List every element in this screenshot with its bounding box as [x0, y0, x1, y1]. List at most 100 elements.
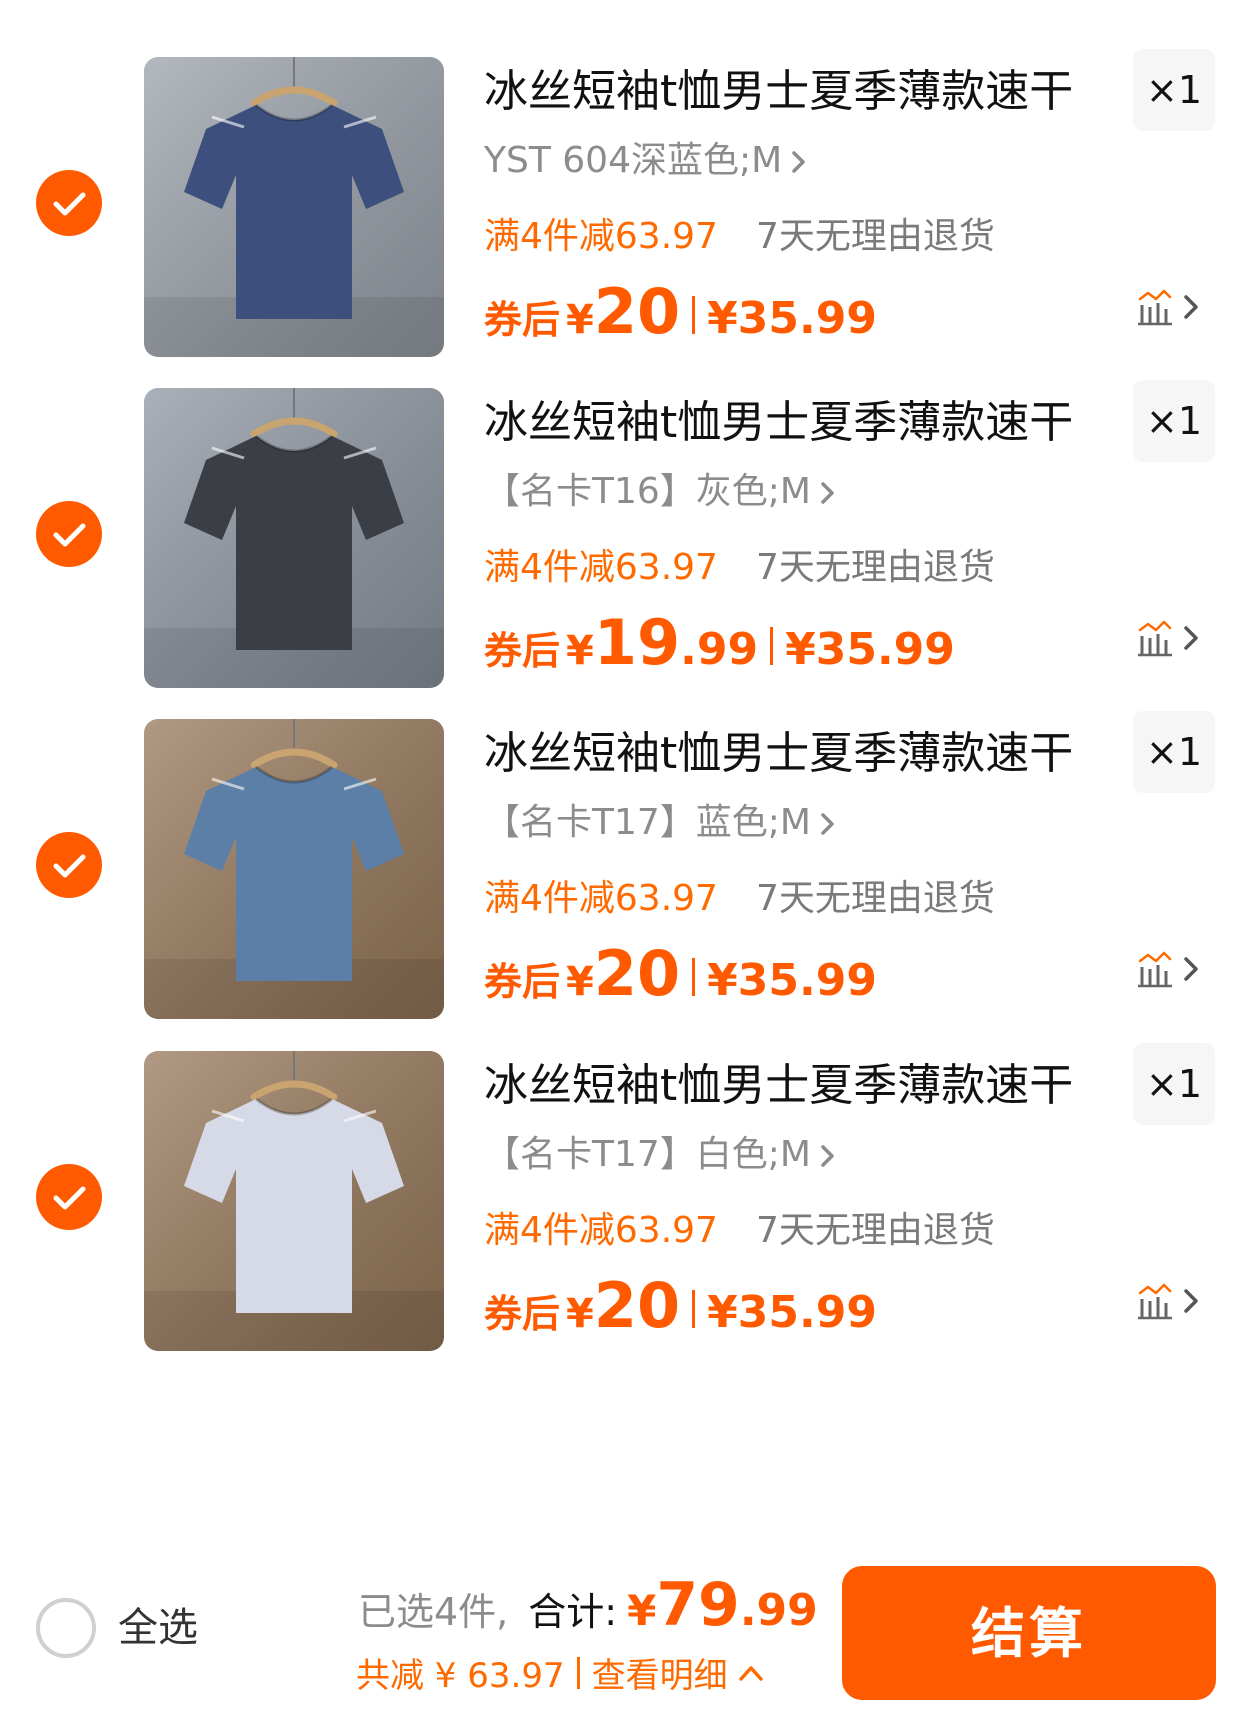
price-currency: ¥ [566, 1291, 594, 1337]
product-image-graphic [144, 388, 444, 688]
sku-text: 【名卡T17】蓝色;M [484, 802, 811, 843]
chevron-right-icon[interactable] [1184, 1289, 1198, 1313]
divider [692, 1290, 696, 1328]
total-discount: 共减 ¥ 63.97 [356, 1656, 565, 1696]
cart-item[interactable]: 冰丝短袖t恤男士夏季薄款速干 ×1 【名卡T16】灰色;M 满4件减63.97 7… [0, 380, 1254, 688]
product-title[interactable]: 冰丝短袖t恤男士夏季薄款速干 [484, 725, 1084, 783]
view-detail-link[interactable]: 查看明细 [592, 1648, 728, 1697]
promo-discount: 满4件减63.97 [484, 547, 718, 588]
item-checkbox[interactable] [36, 1164, 102, 1230]
price-currency: ¥ [566, 628, 594, 674]
total-label: 合计: [528, 1590, 618, 1634]
product-image[interactable] [144, 719, 444, 1019]
promo-line: 满4件减63.97 7天无理由退货 [484, 544, 995, 592]
price-dec: .99 [680, 624, 759, 675]
price-line: 券后 ¥20 ¥35.99 [484, 1269, 877, 1349]
sku-selector[interactable]: YST 604深蓝色;M [484, 137, 810, 185]
price-trend-icon[interactable] [1138, 951, 1172, 988]
chevron-right-icon[interactable] [1184, 295, 1198, 319]
divider [692, 958, 696, 996]
item-checkbox[interactable] [36, 170, 102, 236]
chevron-right-icon [821, 813, 834, 835]
select-all-checkbox[interactable] [36, 1598, 96, 1658]
price-trend-button[interactable] [1136, 616, 1216, 660]
promo-discount: 满4件减63.97 [484, 878, 718, 919]
coupon-price-label: 券后 [484, 1292, 561, 1336]
total-price-int: 79 [656, 1570, 740, 1640]
total-price-dec: .99 [739, 1585, 818, 1636]
price-int: 19 [593, 606, 681, 679]
return-policy: 7天无理由退货 [755, 878, 995, 919]
chevron-up-icon[interactable] [738, 1663, 764, 1683]
coupon-price-label: 券后 [484, 960, 561, 1004]
product-image-graphic [144, 1051, 444, 1351]
product-image-graphic [144, 57, 444, 357]
cart-bottom-bar: 全选 已选4件, 合计: ¥79.99 共减 ¥ 63.97 查看明细 结算 [0, 1540, 1254, 1713]
price-trend-button[interactable] [1136, 947, 1216, 991]
price-trend-icon[interactable] [1138, 620, 1172, 657]
price-line: 券后 ¥20 ¥35.99 [484, 275, 877, 355]
product-title[interactable]: 冰丝短袖t恤男士夏季薄款速干 [484, 394, 1084, 452]
original-price: ¥35.99 [707, 1287, 877, 1338]
sku-selector[interactable]: 【名卡T16】灰色;M [484, 468, 839, 516]
price-line: 券后 ¥20 ¥35.99 [484, 937, 877, 1017]
chevron-right-icon[interactable] [1184, 957, 1198, 981]
item-checkbox[interactable] [36, 501, 102, 567]
check-icon [53, 192, 86, 216]
price-int: 20 [593, 937, 681, 1010]
check-icon [53, 523, 86, 547]
total-currency: ¥ [627, 1586, 657, 1635]
coupon-price-label: 券后 [484, 298, 561, 342]
promo-line: 满4件减63.97 7天无理由退货 [484, 213, 995, 261]
coupon-price-label: 券后 [484, 629, 561, 673]
return-policy: 7天无理由退货 [755, 547, 995, 588]
quantity-badge[interactable]: ×1 [1133, 380, 1215, 462]
sku-text: 【名卡T16】灰色;M [484, 471, 811, 512]
product-image[interactable] [144, 388, 444, 688]
price-trend-button[interactable] [1136, 285, 1216, 329]
checkout-button[interactable]: 结算 [842, 1566, 1216, 1700]
sku-text: YST 604深蓝色;M [484, 140, 783, 181]
return-policy: 7天无理由退货 [755, 1210, 995, 1251]
original-price: ¥35.99 [707, 293, 877, 344]
total-price: ¥79.99 [627, 1570, 818, 1640]
product-image[interactable] [144, 1051, 444, 1351]
product-image-graphic [144, 719, 444, 1019]
divider [576, 1656, 580, 1689]
divider [770, 627, 774, 665]
quantity-badge[interactable]: ×1 [1133, 1043, 1215, 1125]
price-trend-button[interactable] [1136, 1279, 1216, 1323]
summary-discount-line: 共减 ¥ 63.97 查看明细 [356, 1648, 764, 1697]
item-checkbox[interactable] [36, 832, 102, 898]
product-title[interactable]: 冰丝短袖t恤男士夏季薄款速干 [484, 1057, 1084, 1115]
price-trend-icon[interactable] [1138, 289, 1172, 326]
product-title[interactable]: 冰丝短袖t恤男士夏季薄款速干 [484, 63, 1084, 121]
original-price: ¥35.99 [785, 624, 955, 675]
chevron-right-icon[interactable] [1184, 626, 1198, 650]
price-int: 20 [593, 275, 681, 348]
price-line: 券后 ¥19.99 ¥35.99 [484, 606, 955, 686]
summary-total-line: 已选4件, 合计: ¥79.99 [358, 1570, 818, 1640]
sku-selector[interactable]: 【名卡T17】白色;M [484, 1131, 839, 1179]
sku-selector[interactable]: 【名卡T17】蓝色;M [484, 799, 839, 847]
promo-discount: 满4件减63.97 [484, 1210, 718, 1251]
check-icon [53, 1186, 86, 1210]
price-trend-icon[interactable] [1138, 1283, 1172, 1320]
cart-item[interactable]: 冰丝短袖t恤男士夏季薄款速干 ×1 YST 604深蓝色;M 满4件减63.97… [0, 49, 1254, 357]
cart-item[interactable]: 冰丝短袖t恤男士夏季薄款速干 ×1 【名卡T17】蓝色;M 满4件减63.97 7… [0, 711, 1254, 1019]
promo-line: 满4件减63.97 7天无理由退货 [484, 875, 995, 923]
product-image[interactable] [144, 57, 444, 357]
chevron-right-icon [821, 482, 834, 504]
promo-discount: 满4件减63.97 [484, 216, 718, 257]
cart-item[interactable]: 冰丝短袖t恤男士夏季薄款速干 ×1 【名卡T17】白色;M 满4件减63.97 7… [0, 1043, 1254, 1351]
price-int: 20 [593, 1269, 681, 1342]
quantity-badge[interactable]: ×1 [1133, 49, 1215, 131]
price-currency: ¥ [566, 959, 594, 1005]
return-policy: 7天无理由退货 [755, 216, 995, 257]
select-all-label[interactable]: 全选 [118, 1600, 198, 1656]
sku-text: 【名卡T17】白色;M [484, 1134, 811, 1175]
quantity-badge[interactable]: ×1 [1133, 711, 1215, 793]
chevron-right-icon [821, 1145, 834, 1167]
promo-line: 满4件减63.97 7天无理由退货 [484, 1207, 995, 1255]
selected-count: 已选4件, [358, 1590, 509, 1634]
